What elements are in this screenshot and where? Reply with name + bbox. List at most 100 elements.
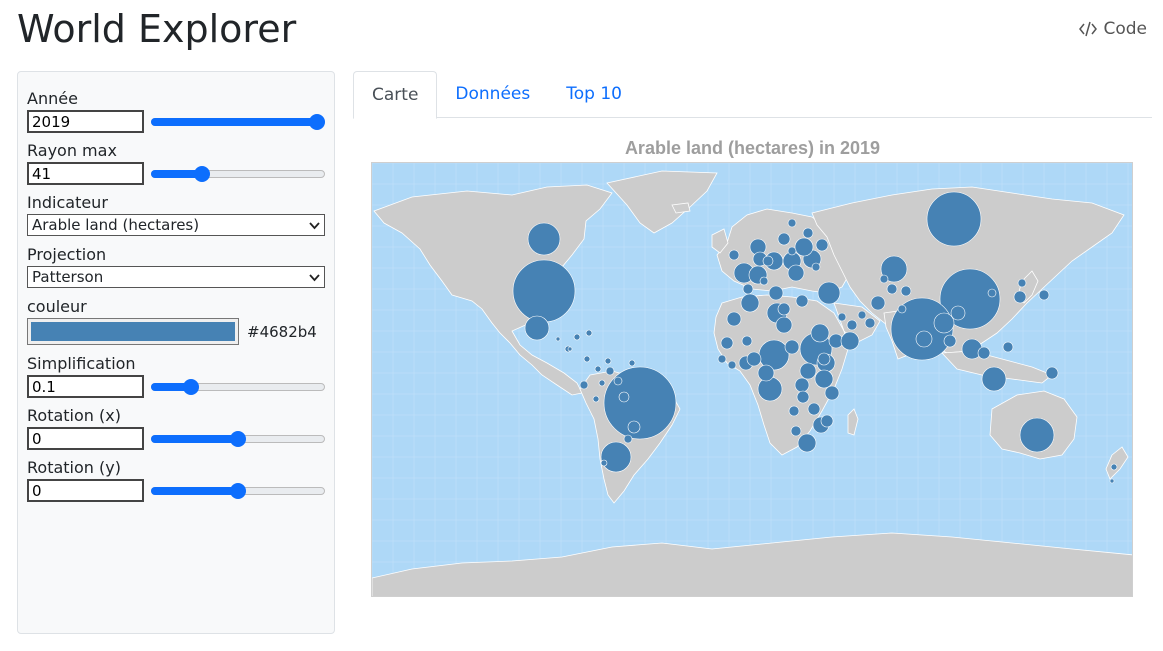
rotation-x-slider[interactable] <box>151 429 325 449</box>
country-bubble[interactable] <box>777 302 791 316</box>
country-bubble[interactable] <box>879 274 889 284</box>
country-bubble[interactable] <box>527 222 561 256</box>
country-bubble[interactable] <box>794 237 814 257</box>
tab-carte[interactable]: Carte <box>353 71 438 119</box>
country-bubble[interactable] <box>567 346 573 352</box>
country-bubble[interactable] <box>720 336 734 350</box>
map-canvas[interactable] <box>372 163 1133 597</box>
country-bubble[interactable] <box>592 395 600 403</box>
country-bubble[interactable] <box>787 218 797 228</box>
country-bubble[interactable] <box>933 312 955 334</box>
country-bubble[interactable] <box>807 402 821 416</box>
country-bubble[interactable] <box>802 227 814 239</box>
country-bubble[interactable] <box>846 319 858 331</box>
country-bubble[interactable] <box>1017 278 1027 288</box>
country-bubble[interactable] <box>796 390 810 404</box>
country-bubble[interactable] <box>585 329 593 337</box>
country-bubble[interactable] <box>897 304 907 314</box>
country-bubble[interactable] <box>915 330 933 348</box>
country-bubble[interactable] <box>726 311 742 327</box>
country-bubble[interactable] <box>628 359 636 367</box>
rotation-x-slider-thumb[interactable] <box>230 430 246 447</box>
country-bubble[interactable] <box>810 323 830 343</box>
country-bubble[interactable] <box>794 377 810 393</box>
country-bubble[interactable] <box>799 362 817 380</box>
country-bubble[interactable] <box>1110 463 1118 471</box>
color-picker[interactable] <box>27 318 239 345</box>
country-bubble[interactable] <box>727 360 737 370</box>
country-bubble[interactable] <box>594 365 602 373</box>
country-bubble[interactable] <box>573 333 581 341</box>
code-link[interactable]: Code <box>1079 19 1147 39</box>
tab-top10[interactable]: Top 10 <box>548 71 640 118</box>
country-bubble[interactable] <box>618 391 630 403</box>
country-bubble[interactable] <box>1002 341 1014 353</box>
max-radius-slider-thumb[interactable] <box>194 165 211 182</box>
country-bubble[interactable] <box>1045 366 1059 380</box>
country-bubble[interactable] <box>815 238 829 252</box>
country-bubble[interactable] <box>579 380 589 390</box>
country-bubble[interactable] <box>613 376 623 386</box>
projection-select[interactable]: Patterson <box>27 266 325 288</box>
country-bubble[interactable] <box>977 346 991 360</box>
country-bubble[interactable] <box>605 366 615 376</box>
country-bubble[interactable] <box>824 385 840 401</box>
country-bubble[interactable] <box>759 276 769 286</box>
country-bubble[interactable] <box>981 366 1007 392</box>
country-bubble[interactable] <box>555 336 561 342</box>
tab-donnees[interactable]: Données <box>437 71 548 118</box>
country-bubble[interactable] <box>598 379 606 387</box>
country-bubble[interactable] <box>814 369 834 389</box>
country-bubble[interactable] <box>740 293 760 313</box>
country-bubble[interactable] <box>811 262 821 272</box>
country-bubble[interactable] <box>788 405 800 417</box>
country-bubble[interactable] <box>787 264 805 282</box>
country-bubble[interactable] <box>926 191 982 247</box>
simplification-slider[interactable] <box>151 377 325 397</box>
country-bubble[interactable] <box>604 357 612 365</box>
country-bubble[interactable] <box>817 281 841 305</box>
country-bubble[interactable] <box>1013 290 1027 304</box>
country-bubble[interactable] <box>583 355 591 363</box>
country-bubble[interactable] <box>787 246 797 256</box>
country-bubble[interactable] <box>784 339 800 355</box>
rotation-y-input[interactable] <box>27 479 144 502</box>
country-bubble[interactable] <box>857 310 867 320</box>
country-bubble[interactable] <box>840 331 860 351</box>
country-bubble[interactable] <box>900 285 912 297</box>
country-bubble[interactable] <box>1019 417 1055 453</box>
rotation-y-slider-thumb[interactable] <box>230 482 246 499</box>
country-bubble[interactable] <box>943 334 957 348</box>
country-bubble[interactable] <box>757 376 783 402</box>
country-bubble[interactable] <box>870 295 886 311</box>
country-bubble[interactable] <box>717 354 727 364</box>
country-bubble[interactable] <box>1038 289 1050 301</box>
max-radius-slider[interactable] <box>151 164 325 184</box>
year-slider[interactable] <box>151 112 325 132</box>
country-bubble[interactable] <box>987 288 997 298</box>
country-bubble[interactable] <box>524 315 550 341</box>
world-map[interactable] <box>371 162 1133 597</box>
country-bubble[interactable] <box>837 312 847 322</box>
year-input[interactable] <box>27 110 144 133</box>
year-slider-thumb[interactable] <box>309 113 325 130</box>
country-bubble[interactable] <box>817 352 831 366</box>
country-bubble[interactable] <box>623 434 633 444</box>
country-bubble[interactable] <box>746 351 762 367</box>
country-bubble[interactable] <box>775 316 793 334</box>
country-bubble[interactable] <box>777 232 791 246</box>
country-bubble[interactable] <box>790 425 802 437</box>
country-bubble[interactable] <box>728 249 740 261</box>
indicator-select[interactable]: Arable land (hectares) <box>27 214 325 236</box>
country-bubble[interactable] <box>627 420 641 434</box>
country-bubble[interactable] <box>512 259 576 323</box>
country-bubble[interactable] <box>886 283 898 295</box>
rotation-x-input[interactable] <box>27 427 144 450</box>
country-bubble[interactable] <box>600 459 608 467</box>
simplification-input[interactable] <box>27 375 144 398</box>
country-bubble[interactable] <box>797 433 817 453</box>
country-bubble[interactable] <box>950 305 966 321</box>
rotation-y-slider[interactable] <box>151 481 325 501</box>
country-bubble[interactable] <box>768 285 784 301</box>
country-bubble[interactable] <box>600 441 632 473</box>
